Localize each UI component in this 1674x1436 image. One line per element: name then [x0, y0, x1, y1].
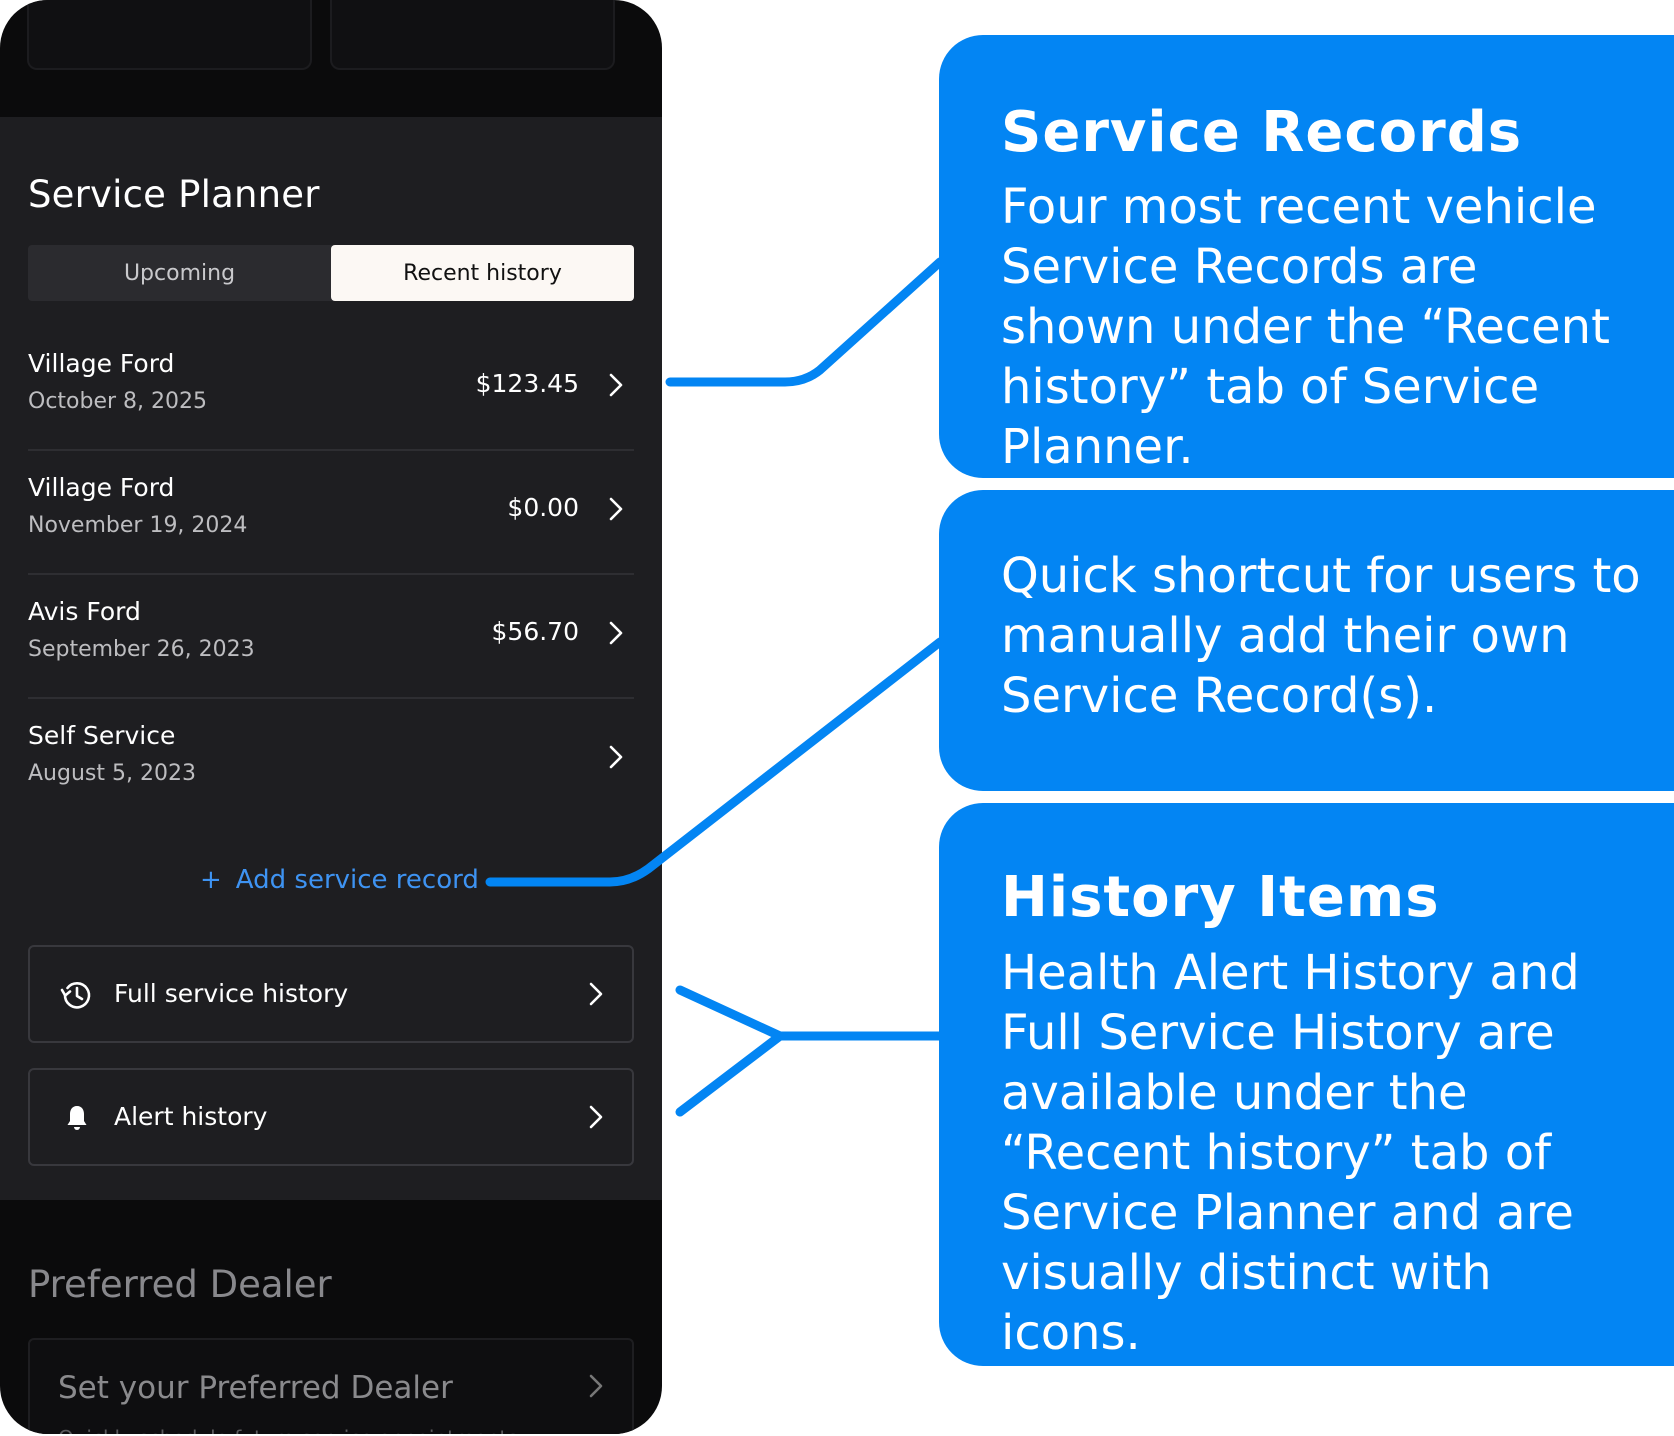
add-service-record-label: Add service record: [235, 865, 479, 895]
alert-history-label: Alert history: [114, 1102, 268, 1131]
record-date: October 8, 2025: [28, 389, 208, 414]
record-amount: $0.00: [507, 493, 579, 522]
set-preferred-dealer-subtext: Quickly schedule future service appointm…: [58, 1426, 518, 1434]
bell-icon: [60, 1101, 94, 1135]
top-card-right[interactable]: [330, 0, 615, 70]
record-dealer: Avis Ford: [28, 597, 141, 626]
phone-screen: Service Planner Upcoming Recent history …: [0, 0, 662, 1434]
chevron-right-icon: [604, 741, 628, 773]
top-card-left[interactable]: [27, 0, 312, 70]
record-date: November 19, 2024: [28, 513, 248, 538]
chevron-right-icon: [604, 493, 628, 525]
chevron-right-icon: [604, 617, 628, 649]
callout-history-items: History Items Health Alert History and F…: [939, 803, 1674, 1366]
record-date: September 26, 2023: [28, 637, 255, 662]
record-dealer: Village Ford: [28, 473, 175, 502]
planner-tabs: Upcoming Recent history: [28, 245, 634, 301]
record-amount: $56.70: [491, 617, 579, 646]
planner-title: Service Planner: [28, 173, 320, 216]
set-preferred-dealer-button[interactable]: Set your Preferred Dealer Quickly schedu…: [28, 1338, 634, 1434]
history-icon: [60, 978, 94, 1012]
alert-history-button[interactable]: Alert history: [28, 1068, 634, 1166]
callout-title: History Items: [1001, 865, 1440, 930]
full-service-history-button[interactable]: Full service history: [28, 945, 634, 1043]
callout-add-shortcut: Quick shortcut for users to manually add…: [939, 490, 1674, 791]
connector-records: [665, 257, 945, 387]
service-record-row[interactable]: Avis Ford September 26, 2023 $56.70: [28, 575, 634, 699]
connector-history: [675, 985, 945, 1117]
chevron-right-icon: [584, 978, 608, 1010]
service-record-row[interactable]: Village Ford November 19, 2024 $0.00: [28, 451, 634, 575]
set-preferred-dealer-label: Set your Preferred Dealer: [58, 1370, 453, 1406]
callout-body: Quick shortcut for users to manually add…: [1001, 548, 1641, 724]
service-record-row[interactable]: Self Service August 5, 2023: [28, 699, 634, 823]
add-service-record-button[interactable]: + Add service record: [200, 865, 479, 895]
service-planner-panel: Service Planner Upcoming Recent history …: [0, 117, 662, 1200]
full-service-history-label: Full service history: [114, 979, 349, 1008]
callout-service-records: Service Records Four most recent vehicle…: [939, 35, 1674, 478]
preferred-dealer-title: Preferred Dealer: [28, 1263, 332, 1306]
plus-icon: +: [200, 865, 222, 895]
callout-title: Service Records: [1001, 100, 1523, 165]
chevron-right-icon: [604, 369, 628, 401]
tab-recent-history[interactable]: Recent history: [331, 245, 634, 301]
record-amount: $123.45: [475, 369, 579, 398]
record-dealer: Village Ford: [28, 349, 175, 378]
record-dealer: Self Service: [28, 721, 176, 750]
callout-body: Health Alert History and Full Service Hi…: [1001, 945, 1580, 1361]
tab-upcoming[interactable]: Upcoming: [28, 245, 331, 301]
callout-body: Four most recent vehicle Service Records…: [1001, 179, 1610, 475]
chevron-right-icon: [584, 1370, 608, 1402]
chevron-right-icon: [584, 1101, 608, 1133]
service-records-list: Village Ford October 8, 2025 $123.45 Vil…: [28, 327, 634, 823]
service-record-row[interactable]: Village Ford October 8, 2025 $123.45: [28, 327, 634, 451]
record-date: August 5, 2023: [28, 761, 196, 786]
